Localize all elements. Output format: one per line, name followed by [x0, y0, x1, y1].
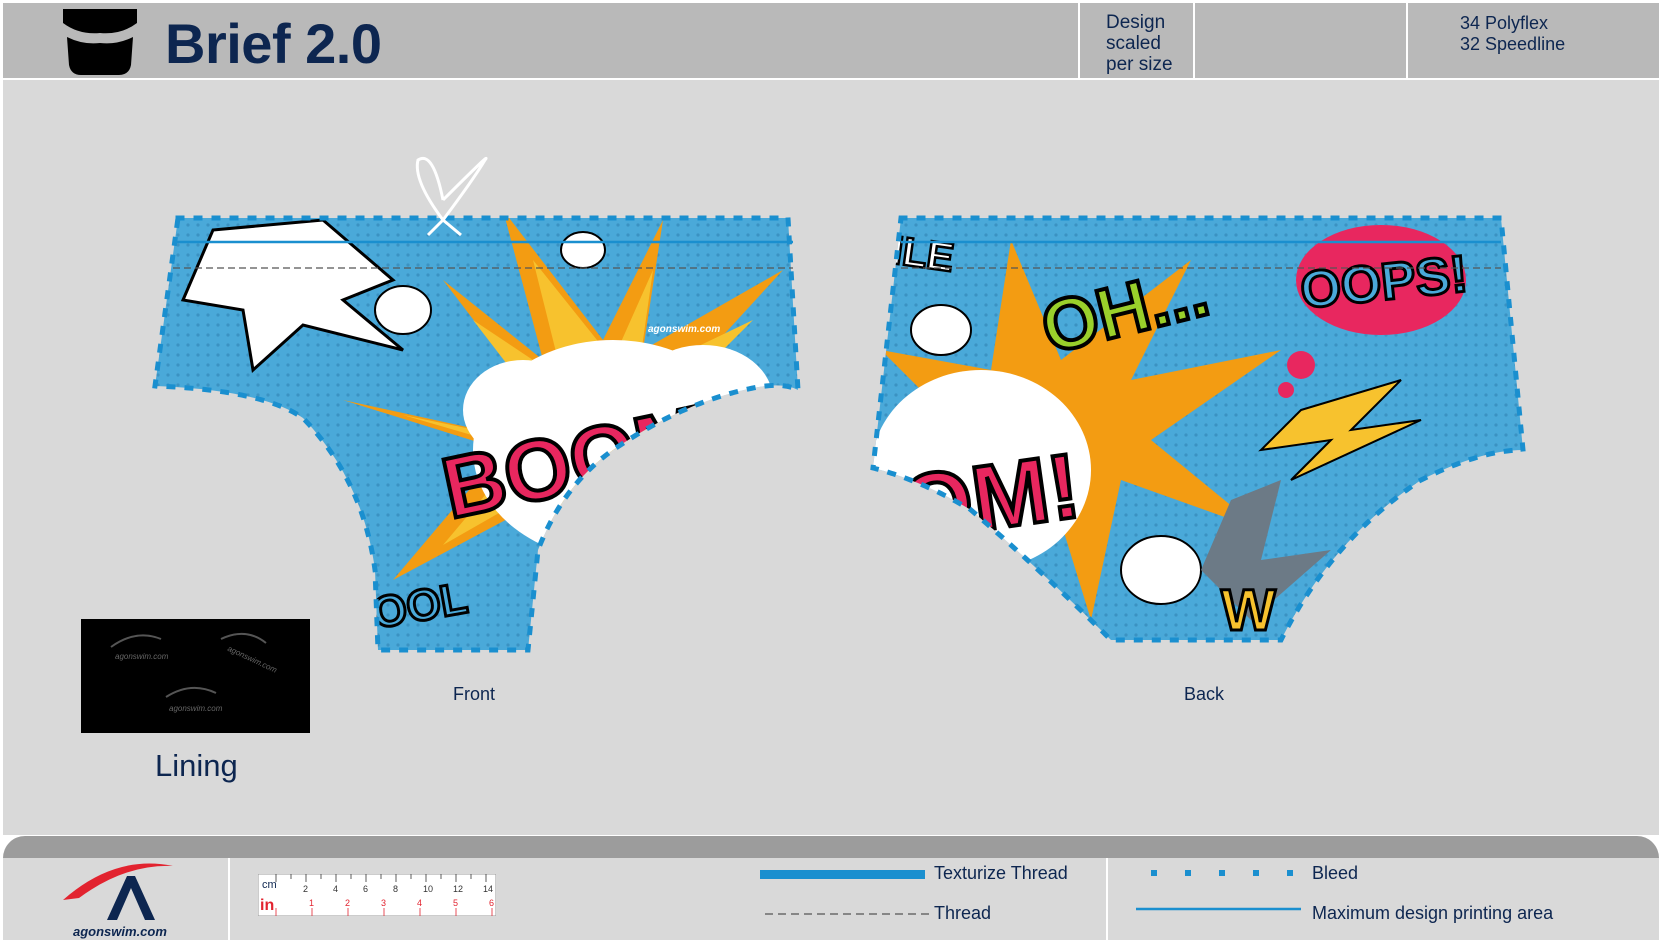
lining-logo-pattern: agonswim.com agonswim.com agonswim.com [110, 632, 279, 713]
fabric-list: 34 Polyflex 32 Speedline [1460, 13, 1566, 54]
scale-ruler: cm in 2 4 6 8 10 12 14 123456 [258, 874, 496, 916]
footer-cap [3, 836, 1659, 858]
back-panel-pattern: ILE OH... OOPS! OM! W [870, 215, 1526, 643]
back-graphic-w: W [1221, 578, 1276, 643]
legend-texturize-thread: Texturize Thread [934, 863, 1068, 883]
front-panel-pattern: BOOM OOL agonswim.com [152, 156, 801, 653]
lining-logo: agonswim.com [115, 652, 169, 661]
front-label: Front [453, 684, 496, 704]
brand-mark-icon [107, 876, 155, 920]
design-canvas: BOOM OOL agonswim.com Front ILE OH... OO… [3, 80, 1659, 835]
legend-thread: Thread [934, 903, 992, 923]
texturize-thread-swatch [760, 870, 925, 879]
ruler-cm-number: 10 [423, 884, 433, 894]
legend-bleed: Bleed [1312, 863, 1359, 883]
footer-divider [1106, 858, 1108, 940]
ruler-cm-number: 12 [453, 884, 463, 894]
ruler-in-label: in [260, 897, 274, 914]
front-brand-logo: agonswim.com [648, 324, 720, 335]
footer-divider [228, 858, 230, 940]
brand-name: agonswim.com [73, 924, 167, 939]
bleed-swatch [1151, 870, 1297, 876]
header-divider [1406, 3, 1408, 78]
brief-silhouette-icon [63, 9, 137, 75]
lining-swatch: agonswim.com agonswim.com agonswim.com [81, 619, 310, 733]
brand-swoosh-icon [63, 863, 173, 900]
ruler-in-number: 5 [453, 898, 458, 908]
legend-max-area: Maximum design printing area [1312, 903, 1554, 923]
ruler-cm-number: 14 [483, 884, 493, 894]
lining-logo: agonswim.com [226, 644, 278, 675]
ruler-in-number: 2 [345, 898, 350, 908]
header-bar: Brief 2.0 Design scaled per size 34 Poly… [3, 3, 1659, 78]
ruler-in-number: 3 [381, 898, 386, 908]
header-divider [1193, 3, 1195, 78]
max-area-swatch [1136, 907, 1301, 911]
ruler-cm-number: 2 [303, 884, 308, 894]
back-label: Back [1184, 684, 1225, 704]
brand-logo: agonswim.com [63, 863, 173, 939]
design-scaled-note: Design scaled per size [1106, 12, 1173, 75]
ruler-cm-number: 8 [393, 884, 398, 894]
ruler-cm-number: 6 [363, 884, 368, 894]
lining-label: Lining [155, 748, 238, 783]
ruler-in-number: 1 [309, 898, 314, 908]
ruler-in-number: 4 [417, 898, 422, 908]
header-divider [1078, 3, 1080, 78]
thread-swatch [765, 913, 930, 915]
lining-logo: agonswim.com [169, 704, 223, 713]
ruler-cm-number: 4 [333, 884, 338, 894]
ruler-in-number: 6 [489, 898, 494, 908]
footer-bar: agonswim.com cm in 2 4 6 8 10 12 14 123456 Tex… [3, 858, 1659, 940]
ruler-cm-label: cm [262, 879, 277, 891]
product-title: Brief 2.0 [165, 12, 382, 75]
